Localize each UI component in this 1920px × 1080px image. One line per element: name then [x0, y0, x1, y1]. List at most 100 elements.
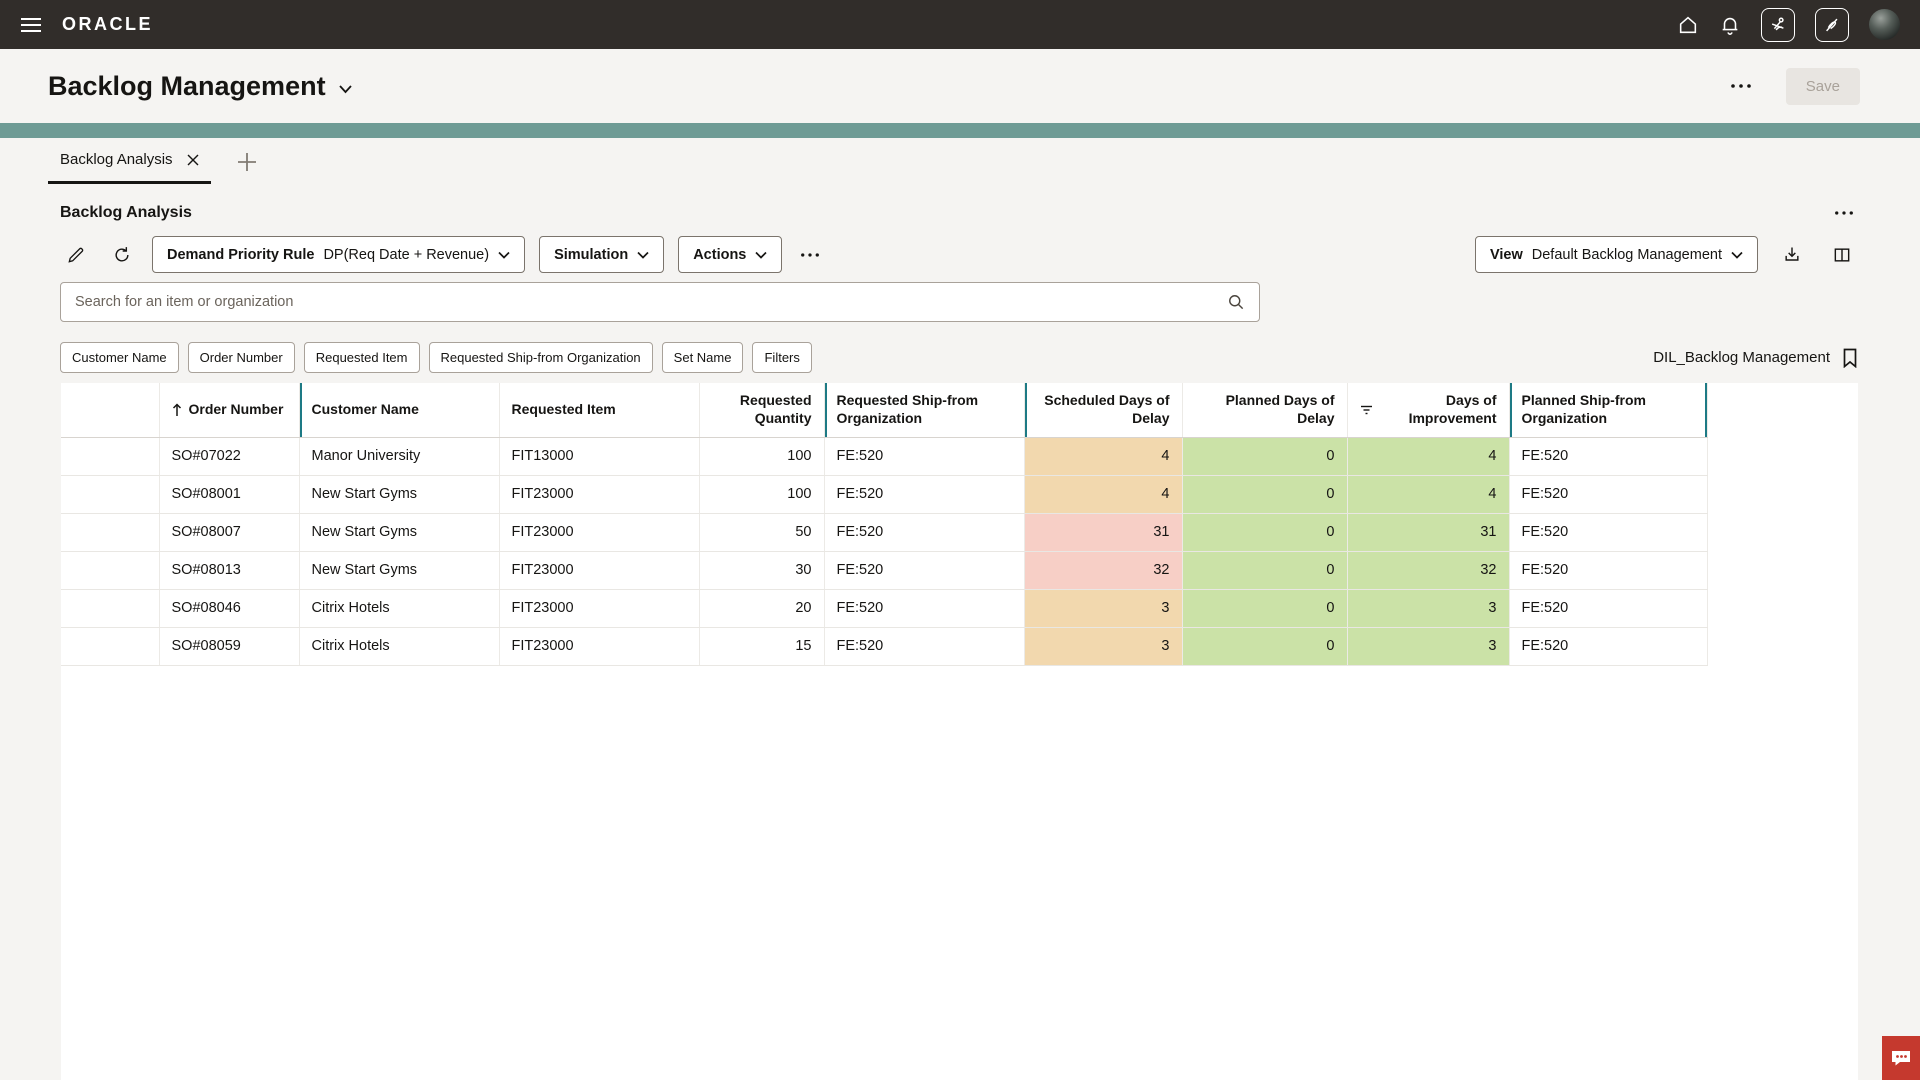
bookmark-icon[interactable] [1842, 348, 1858, 368]
row-selector-cell[interactable] [61, 589, 159, 627]
search-input[interactable] [60, 282, 1260, 322]
user-avatar[interactable] [1869, 9, 1900, 40]
page-title-bar: Backlog Management Save [0, 49, 1920, 123]
days-improvement-cell: 32 [1347, 551, 1509, 589]
header-planned-days-of-delay[interactable]: Planned Days of Delay [1182, 383, 1347, 437]
row-selector-cell[interactable] [61, 551, 159, 589]
order-number-cell: SO#08001 [159, 475, 299, 513]
backlog-management-app: ORACLE [0, 0, 1920, 1080]
requested-ship-from-cell: FE:520 [824, 513, 1024, 551]
chip-requested-ship-from-organization[interactable]: Requested Ship-from Organization [429, 342, 653, 373]
table-row[interactable]: SO#08001 New Start Gyms FIT23000 100 FE:… [61, 475, 1707, 513]
global-header: ORACLE [0, 0, 1920, 49]
sort-ascending-icon[interactable] [172, 403, 182, 417]
simulation-dropdown[interactable]: Simulation [539, 236, 664, 273]
chip-set-name[interactable]: Set Name [662, 342, 744, 373]
tab-backlog-analysis[interactable]: Backlog Analysis [48, 138, 211, 184]
filter-icon[interactable] [1360, 405, 1373, 415]
header-order-number[interactable]: Order Number [159, 383, 299, 437]
row-selector-cell[interactable] [61, 437, 159, 475]
header-customer-name[interactable]: Customer Name [299, 383, 499, 437]
table-row[interactable]: SO#08059 Citrix Hotels FIT23000 15 FE:52… [61, 627, 1707, 665]
demand-priority-rule-dropdown[interactable]: Demand Priority Rule DP(Req Date + Reven… [152, 236, 525, 273]
annotation-button[interactable] [1815, 8, 1849, 42]
split-view-button[interactable] [1826, 239, 1858, 271]
title-overflow-button[interactable] [1726, 79, 1756, 93]
days-improvement-cell: 3 [1347, 589, 1509, 627]
edit-button[interactable] [60, 239, 92, 271]
header-requested-ship-from-organization[interactable]: Requested Ship-from Organization [824, 383, 1024, 437]
chip-order-number[interactable]: Order Number [188, 342, 295, 373]
view-dropdown[interactable]: View Default Backlog Management [1475, 236, 1758, 273]
search-icon[interactable] [1226, 292, 1246, 312]
hamburger-menu-button[interactable] [14, 8, 48, 42]
table-row[interactable]: SO#07022 Manor University FIT13000 100 F… [61, 437, 1707, 475]
table-header-row: Order Number Customer Name Requested Ite… [61, 383, 1707, 437]
order-number-cell: SO#08046 [159, 589, 299, 627]
requested-quantity-cell: 30 [699, 551, 824, 589]
feedback-chat-button[interactable] [1882, 1036, 1920, 1080]
planned-delay-cell: 0 [1182, 437, 1347, 475]
section-overflow-button[interactable] [1830, 206, 1858, 220]
requested-item-cell: FIT23000 [499, 627, 699, 665]
title-actions: Save [1726, 68, 1860, 105]
scheduled-delay-cell: 3 [1024, 589, 1182, 627]
chip-customer-name[interactable]: Customer Name [60, 342, 179, 373]
chat-bubble-icon [1890, 1048, 1912, 1068]
download-button[interactable] [1776, 239, 1808, 271]
header-requested-quantity[interactable]: Requested Quantity [699, 383, 824, 437]
planned-delay-cell: 0 [1182, 513, 1347, 551]
ellipsis-icon [1730, 83, 1752, 89]
chip-requested-item[interactable]: Requested Item [304, 342, 420, 373]
search-bar [60, 282, 1260, 322]
refresh-icon [112, 245, 132, 265]
refresh-button[interactable] [106, 239, 138, 271]
customer-name-cell: New Start Gyms [299, 551, 499, 589]
assistant-button[interactable] [1761, 8, 1795, 42]
row-selector-cell[interactable] [61, 627, 159, 665]
requested-ship-from-cell: FE:520 [824, 589, 1024, 627]
tab-close-icon[interactable] [187, 154, 199, 166]
requested-quantity-cell: 15 [699, 627, 824, 665]
days-improvement-cell: 3 [1347, 627, 1509, 665]
toolbar-overflow-button[interactable] [796, 248, 824, 262]
header-scheduled-days-of-delay[interactable]: Scheduled Days of Delay [1024, 383, 1182, 437]
simulation-label: Simulation [554, 247, 628, 263]
order-number-cell: SO#08059 [159, 627, 299, 665]
actions-label: Actions [693, 247, 746, 263]
notifications-button[interactable] [1719, 14, 1741, 36]
saved-search-label: DIL_Backlog Management [1653, 349, 1830, 366]
planned-ship-from-cell: FE:520 [1509, 475, 1707, 513]
requested-item-cell: FIT23000 [499, 551, 699, 589]
row-selector-cell[interactable] [61, 513, 159, 551]
table-row[interactable]: SO#08046 Citrix Hotels FIT23000 20 FE:52… [61, 589, 1707, 627]
planned-ship-from-cell: FE:520 [1509, 627, 1707, 665]
home-icon [1677, 14, 1699, 36]
table-row[interactable]: SO#08007 New Start Gyms FIT23000 50 FE:5… [61, 513, 1707, 551]
table-row[interactable]: SO#08013 New Start Gyms FIT23000 30 FE:5… [61, 551, 1707, 589]
filter-chips-row: Customer Name Order Number Requested Ite… [60, 342, 1858, 373]
add-tab-button[interactable] [237, 152, 257, 172]
planned-ship-from-cell: FE:520 [1509, 437, 1707, 475]
header-requested-item[interactable]: Requested Item [499, 383, 699, 437]
actions-dropdown[interactable]: Actions [678, 236, 782, 273]
home-button[interactable] [1677, 14, 1699, 36]
customer-name-cell: Citrix Hotels [299, 589, 499, 627]
view-label: View [1490, 247, 1523, 263]
days-improvement-cell: 4 [1347, 437, 1509, 475]
header-planned-ship-from-organization[interactable]: Planned Ship-from Organization [1509, 383, 1707, 437]
page-title-chevron-down-icon[interactable] [338, 84, 353, 94]
order-number-cell: SO#08007 [159, 513, 299, 551]
save-button[interactable]: Save [1786, 68, 1860, 105]
bell-icon [1719, 14, 1741, 36]
header-days-of-improvement[interactable]: Days of Improvement [1347, 383, 1509, 437]
planned-delay-cell: 0 [1182, 589, 1347, 627]
chip-filters[interactable]: Filters [752, 342, 811, 373]
row-selector-cell[interactable] [61, 475, 159, 513]
tab-bar: Backlog Analysis [0, 138, 1920, 184]
download-icon [1782, 245, 1802, 265]
requested-item-cell: FIT23000 [499, 589, 699, 627]
demand-priority-rule-label: Demand Priority Rule [167, 247, 314, 263]
requested-quantity-cell: 50 [699, 513, 824, 551]
scheduled-delay-cell: 31 [1024, 513, 1182, 551]
